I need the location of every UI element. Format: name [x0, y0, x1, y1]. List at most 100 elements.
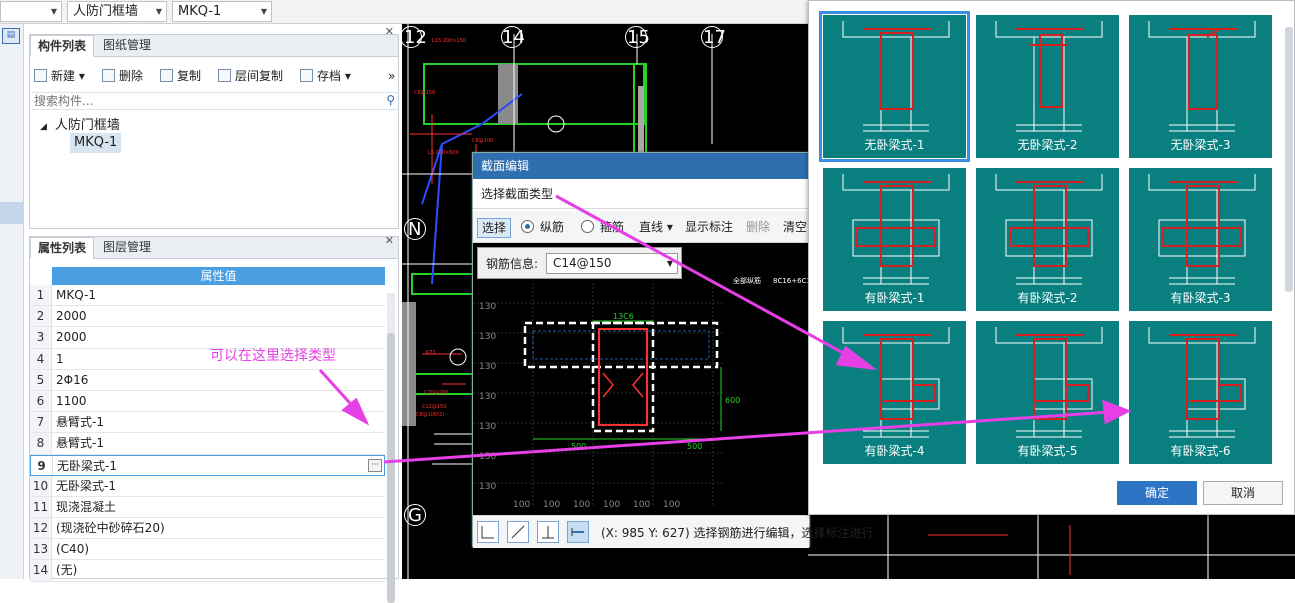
more-options-button[interactable]: ··· — [368, 458, 382, 472]
search-input[interactable] — [31, 93, 371, 109]
property-row[interactable]: 9 无卧梁式-1 ··· — [30, 454, 385, 476]
section-type-option[interactable]: 有卧梁式-3 — [1129, 168, 1272, 311]
confirm-button[interactable]: 确定 — [1117, 481, 1197, 505]
delete-tool-button[interactable]: 删除 — [746, 218, 770, 238]
section-type-option[interactable]: 有卧梁式-5 — [976, 321, 1119, 464]
left-nav-strip: ▤ — [0, 24, 24, 579]
archive-button[interactable]: 存档 ▾ — [300, 67, 351, 85]
svg-text:500: 500 — [571, 442, 586, 451]
tree-node-selected[interactable]: MKQ-1 — [70, 133, 122, 153]
section-type-option[interactable]: 无卧梁式-2 — [976, 15, 1119, 158]
property-row[interactable]: 6 1100 — [30, 390, 385, 413]
svg-text:100: 100 — [633, 500, 650, 510]
section-type-option[interactable]: 有卧梁式-6 — [1129, 321, 1272, 464]
copy-label: 复制 — [177, 69, 202, 83]
property-row[interactable]: 5 2Φ16 — [30, 369, 385, 391]
tab-layer-management[interactable]: 图层管理 — [96, 237, 158, 259]
property-row-value[interactable]: 悬臂式-1 — [56, 433, 104, 453]
property-row-value[interactable]: 悬臂式-1 — [56, 412, 104, 432]
property-row-value[interactable]: 2Φ16 — [56, 370, 88, 390]
nav-highlight[interactable] — [0, 202, 24, 224]
svg-text:8C16+6C14: 8C16+6C14 — [773, 277, 809, 285]
tab-component-list[interactable]: 构件列表 — [30, 35, 95, 57]
stirrup-radio[interactable]: 箍筋 — [581, 218, 624, 238]
property-row-value[interactable]: 无卧梁式-1 — [56, 476, 116, 496]
property-row[interactable]: 12 (现浇砼中砂碎石20) — [30, 518, 385, 540]
property-row-number: 7 — [30, 412, 52, 433]
property-row[interactable]: 2 2000 — [30, 306, 385, 328]
section-type-option[interactable]: 无卧梁式-1 — [819, 11, 970, 162]
property-row[interactable]: 11 现浇混凝土 — [30, 496, 385, 519]
more-button[interactable]: » — [388, 67, 395, 85]
section-type-label: 有卧梁式-4 — [864, 444, 925, 458]
delete-button[interactable]: 删除 — [102, 67, 143, 85]
axis-label-top: 17 — [703, 27, 726, 48]
property-row-value[interactable]: 2000 — [56, 327, 87, 347]
tree-node-parent[interactable]: ◢ 人防门框墙 — [40, 114, 120, 133]
cad-column — [498, 64, 518, 124]
module-icon[interactable]: ▤ — [2, 28, 20, 44]
scrollbar-thumb[interactable] — [387, 333, 395, 603]
longitudinal-radio[interactable]: 纵筋 — [521, 218, 564, 238]
svg-text:500: 500 — [687, 442, 702, 451]
floor-copy-button[interactable]: 层间复制 — [218, 67, 283, 85]
property-row[interactable]: 8 悬臂式-1 — [30, 433, 385, 455]
component-type-select[interactable]: 人防门框墙 ▼ — [67, 1, 167, 22]
property-table: 属性值 1 MKQ-1 2 2000 3 2000 4 1 5 2Φ16 6 1100 7 悬臂式-1 8 悬… — [30, 267, 385, 582]
show-labels-button[interactable]: 显示标注 — [685, 218, 733, 238]
clear-button[interactable]: 清空 — [783, 218, 807, 238]
property-row-value[interactable]: MKQ-1 — [56, 285, 96, 305]
property-row-value[interactable]: (C40) — [56, 539, 89, 559]
tab-property-list[interactable]: 属性列表 — [30, 237, 95, 259]
dimension-snap-icon[interactable] — [567, 521, 589, 543]
new-button[interactable]: 新建 ▾ — [34, 67, 85, 85]
property-row[interactable]: 10 无卧梁式-1 — [30, 475, 385, 497]
section-editor-title[interactable]: 截面编辑 — [473, 153, 809, 179]
tree-parent-label: 人防门框墙 — [54, 118, 120, 133]
property-row-value[interactable]: 1 — [56, 349, 64, 369]
ortho-snap-icon[interactable] — [477, 521, 499, 543]
property-row[interactable]: 14 (无) — [30, 560, 385, 582]
close-icon[interactable]: ✕ — [385, 25, 394, 38]
section-editor-toolbar: 选择 纵筋 箍筋 直线 ▾ 显示标注 删除 清空 — [473, 211, 809, 243]
cancel-button[interactable]: 取消 — [1203, 481, 1283, 505]
section-type-option[interactable]: 无卧梁式-3 — [1129, 15, 1272, 158]
section-type-option[interactable]: 有卧梁式-2 — [976, 168, 1119, 311]
property-row-value[interactable]: 无卧梁式-1 — [57, 456, 117, 476]
picker-scrollbar[interactable] — [1285, 27, 1293, 292]
section-type-option[interactable]: 有卧梁式-4 — [823, 321, 966, 464]
cad-drawing-area-lower[interactable] — [808, 515, 1295, 579]
search-icon[interactable]: ⚲ — [386, 93, 395, 107]
property-scrollbar[interactable] — [387, 293, 395, 603]
new-icon — [34, 69, 47, 82]
rebar-info-select[interactable]: C14@150 ▼ — [546, 253, 678, 274]
property-row[interactable]: 1 MKQ-1 — [30, 285, 385, 307]
property-row-value[interactable]: (现浇砼中砂碎石20) — [56, 518, 165, 538]
section-canvas[interactable]: 130 130 130 130 130 130 130 100 100 100 100 100… — [473, 243, 809, 515]
svg-text:130: 130 — [479, 482, 496, 492]
property-row-number: 3 — [30, 327, 52, 348]
property-row-value[interactable]: 现浇混凝土 — [56, 497, 116, 517]
axis-snap-icon[interactable] — [537, 521, 559, 543]
svg-text:13C6: 13C6 — [613, 312, 634, 321]
section-type-label: 无卧梁式-3 — [1170, 138, 1231, 152]
property-row[interactable]: 7 悬臂式-1 — [30, 412, 385, 434]
component-select[interactable]: MKQ-1 ▼ — [172, 1, 272, 22]
close-icon[interactable]: ✕ — [385, 234, 394, 247]
line-tool-button[interactable]: 直线 ▾ — [639, 218, 673, 238]
copy-button[interactable]: 复制 — [160, 67, 201, 85]
tree-expand-icon[interactable]: ◢ — [40, 122, 47, 132]
property-row-number: 9 — [31, 455, 53, 475]
angle-snap-icon[interactable] — [507, 521, 529, 543]
svg-text:100: 100 — [663, 500, 680, 510]
section-type-option[interactable]: 有卧梁式-1 — [823, 168, 966, 311]
select-tool-button[interactable]: 选择 — [477, 218, 512, 238]
property-row-value[interactable]: 1100 — [56, 391, 87, 411]
property-row-value[interactable]: 2000 — [56, 306, 87, 326]
chevron-down-icon: ▼ — [666, 259, 673, 268]
property-row-value[interactable]: (无) — [56, 560, 77, 580]
radio-icon — [581, 220, 594, 233]
floor-select[interactable]: ▼ — [0, 1, 62, 22]
tab-drawing-management[interactable]: 图纸管理 — [96, 35, 158, 57]
property-row[interactable]: 13 (C40) — [30, 539, 385, 561]
